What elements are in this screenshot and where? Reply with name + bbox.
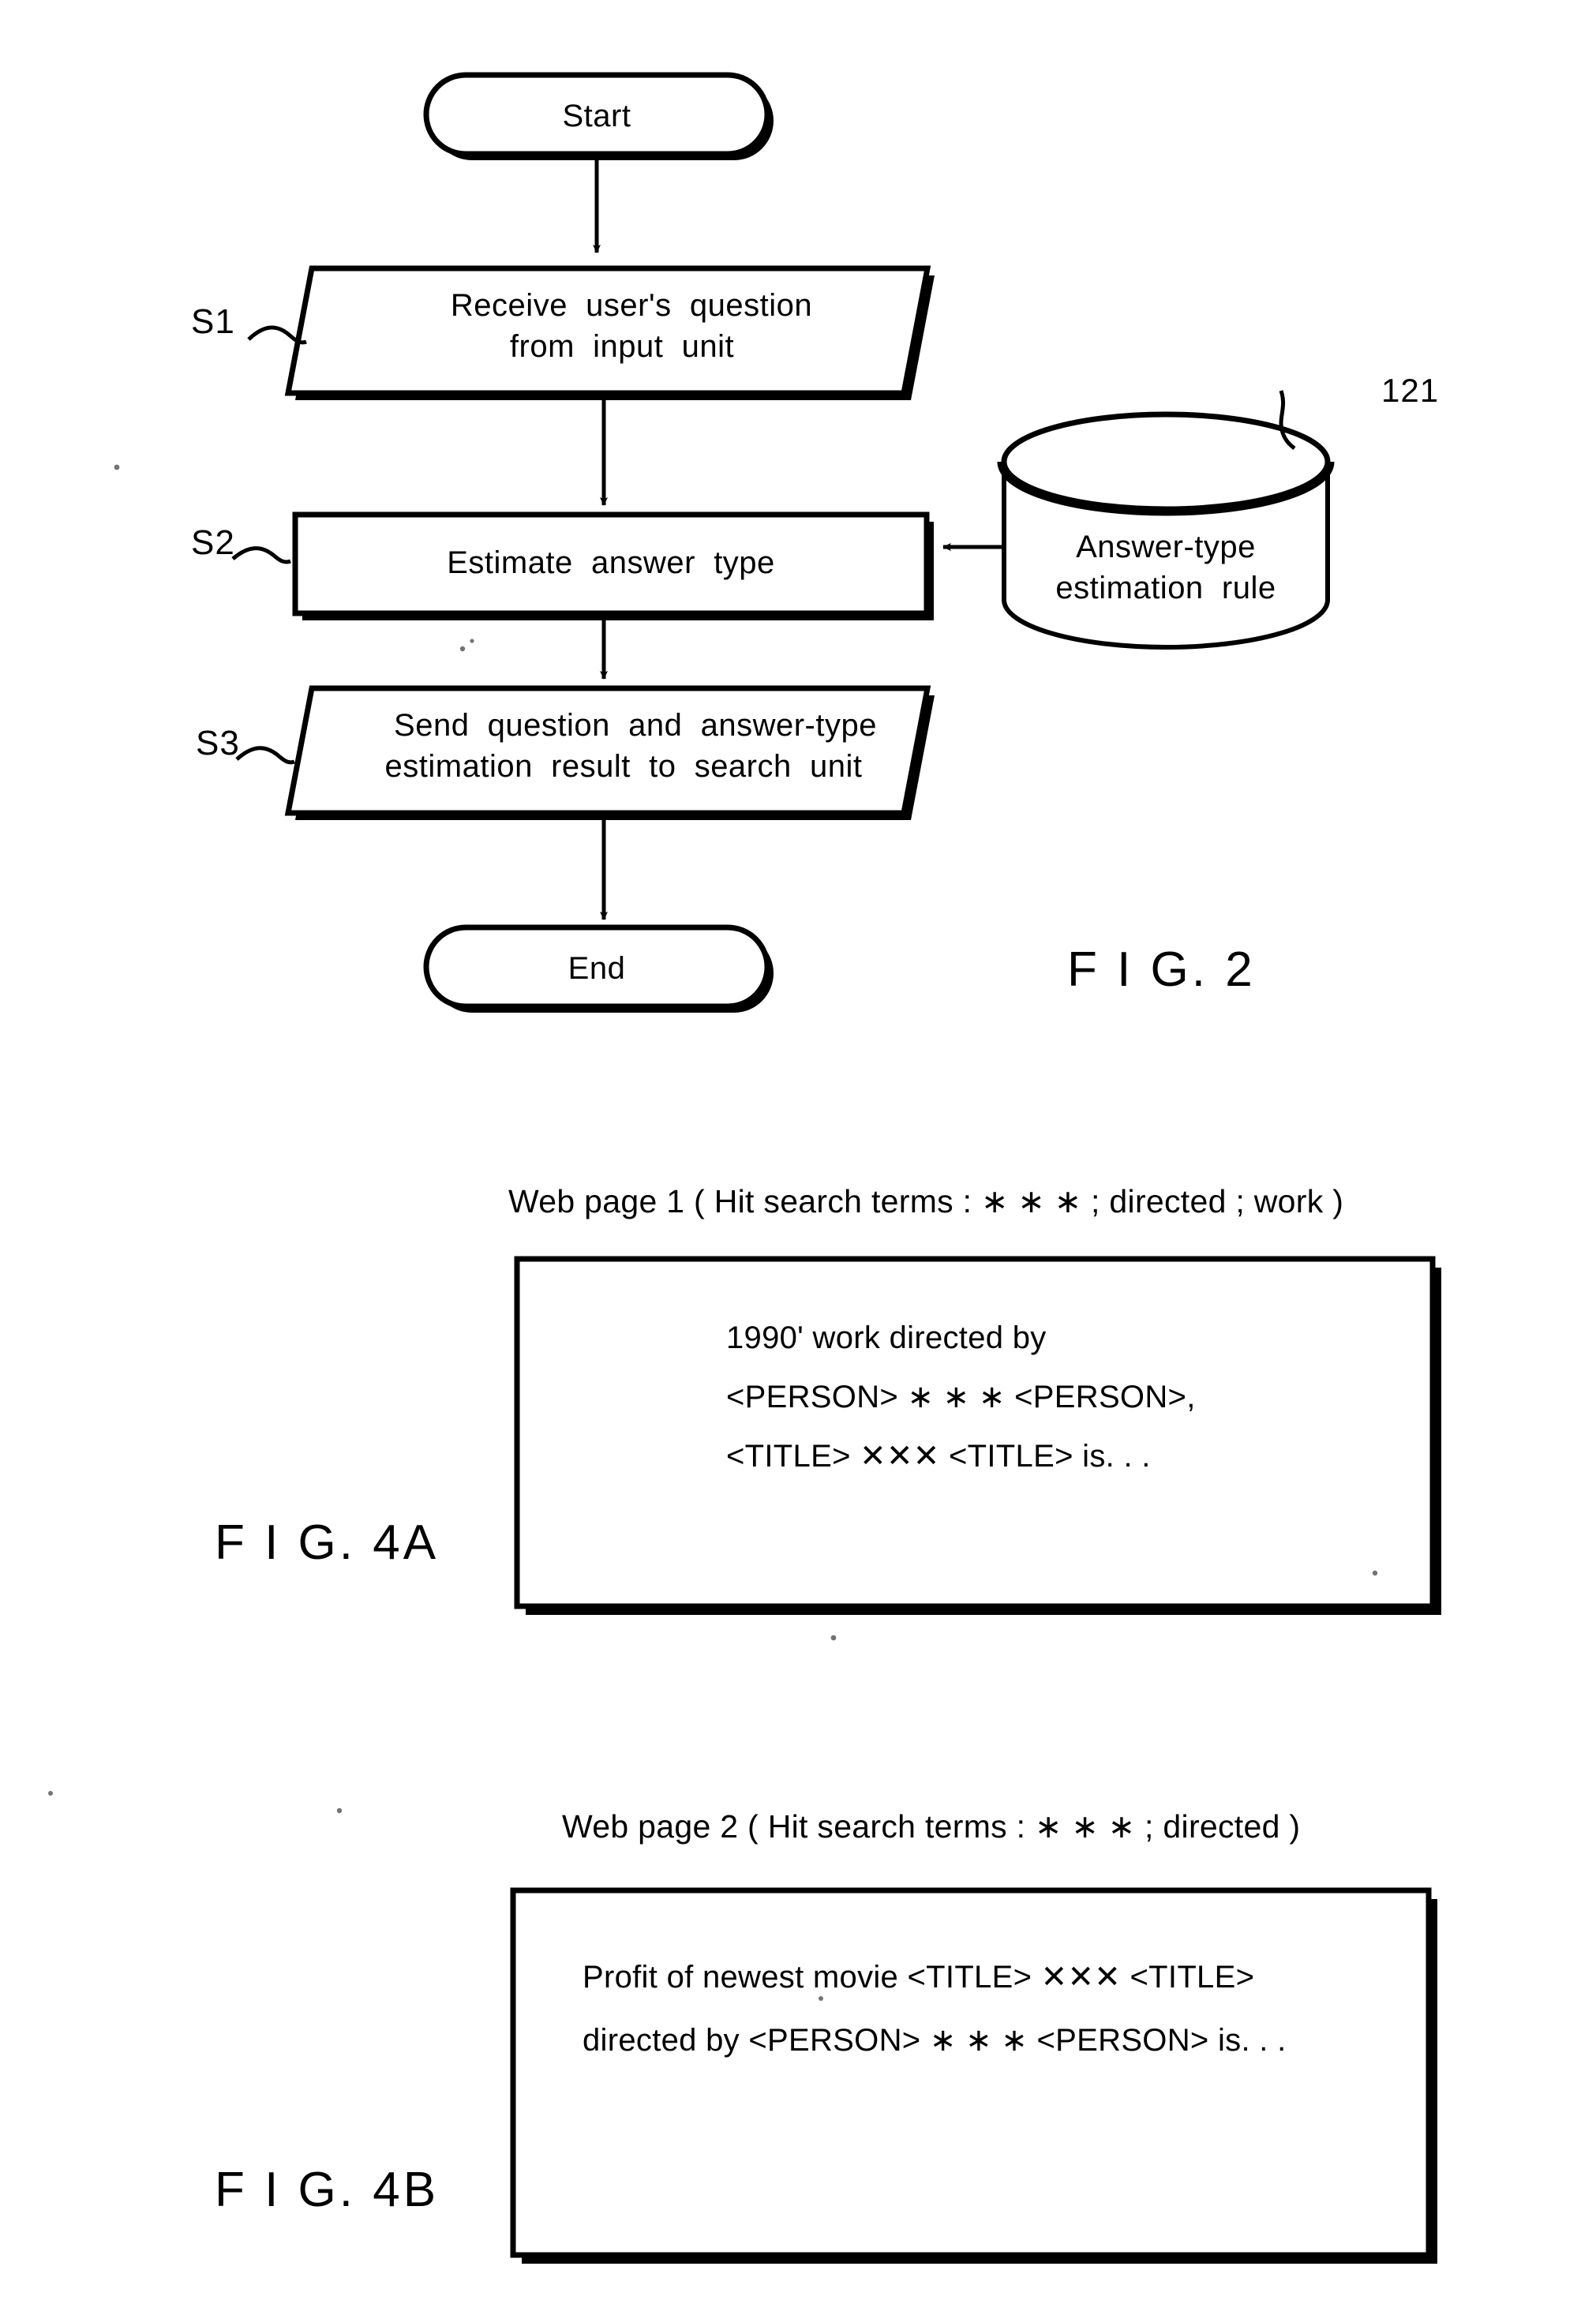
s3-leader-line	[235, 746, 295, 765]
fig4a-body-line-3: <TITLE> ✕✕✕ <TITLE> is. . .	[726, 1439, 1151, 1474]
patent-figure-sheet: Start Receive user's question from input…	[0, 0, 1596, 2300]
fig4a-body-line-2: <PERSON> ∗ ∗ ∗ <PERSON>,	[726, 1380, 1196, 1414]
fig4a-webpage-box-shape	[514, 1256, 1441, 1615]
s3-text-line-2: estimation result to search unit	[384, 749, 863, 784]
database-label-line-2: estimation rule	[1055, 571, 1276, 605]
figure-4a-title: F I G. 4A	[215, 1515, 440, 1570]
database-label-line-1: Answer-type	[1076, 530, 1256, 564]
s1-text-line-2: from input unit	[509, 329, 735, 364]
fig4b-webpage-box-shape	[510, 1887, 1437, 2264]
s1-text-line-1: Receive user's question	[450, 288, 813, 323]
s2-leader-line	[231, 546, 291, 564]
s3-text-line-1: Send question and answer-type	[394, 708, 877, 743]
step-label-s3: S3	[196, 724, 240, 762]
fig4a-caption: Web page 1 ( Hit search terms : ∗ ∗ ∗ ; …	[508, 1183, 1344, 1219]
fig4b-body-line-1: Profit of newest movie <TITLE> ✕✕✕ <TITL…	[583, 1960, 1255, 1995]
fig4b-caption: Web page 2 ( Hit search terms : ∗ ∗ ∗ ; …	[562, 1808, 1301, 1845]
step-label-s2: S2	[191, 523, 235, 562]
figure-4b-title: F I G. 4B	[215, 2163, 440, 2217]
end-node-label: End	[568, 951, 626, 986]
database-ref-number: 121	[1381, 372, 1440, 409]
fig4b-body-line-2: directed by <PERSON> ∗ ∗ ∗ <PERSON> is. …	[583, 2023, 1287, 2058]
fig4a-body-line-1: 1990' work directed by	[726, 1320, 1047, 1355]
start-node-label: Start	[562, 99, 631, 133]
figure-2-title: F I G. 2	[1067, 942, 1256, 997]
step-label-s1: S1	[191, 302, 235, 341]
s2-text: Estimate answer type	[447, 545, 775, 580]
